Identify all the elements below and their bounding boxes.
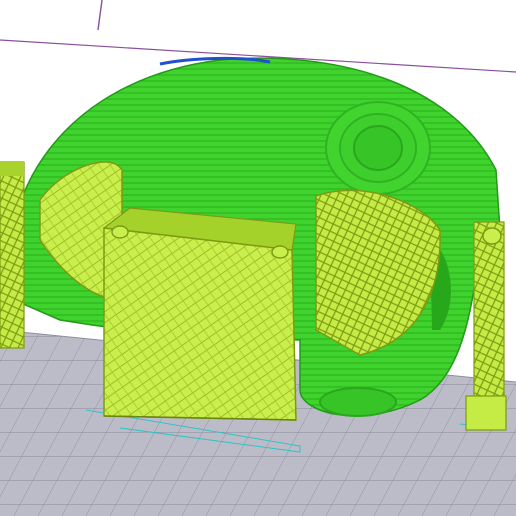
left-post	[0, 161, 25, 349]
front-block-hole	[111, 225, 129, 239]
shell-lower-ring	[319, 387, 397, 417]
print-preview-canvas[interactable]	[0, 0, 516, 516]
front-block	[102, 207, 297, 421]
shell-boss	[325, 101, 431, 195]
front-block-hole	[271, 245, 289, 259]
print-preview-viewport[interactable]	[0, 0, 516, 516]
front-block-face	[103, 227, 297, 421]
build-volume-edge-vertical	[97, 0, 103, 31]
